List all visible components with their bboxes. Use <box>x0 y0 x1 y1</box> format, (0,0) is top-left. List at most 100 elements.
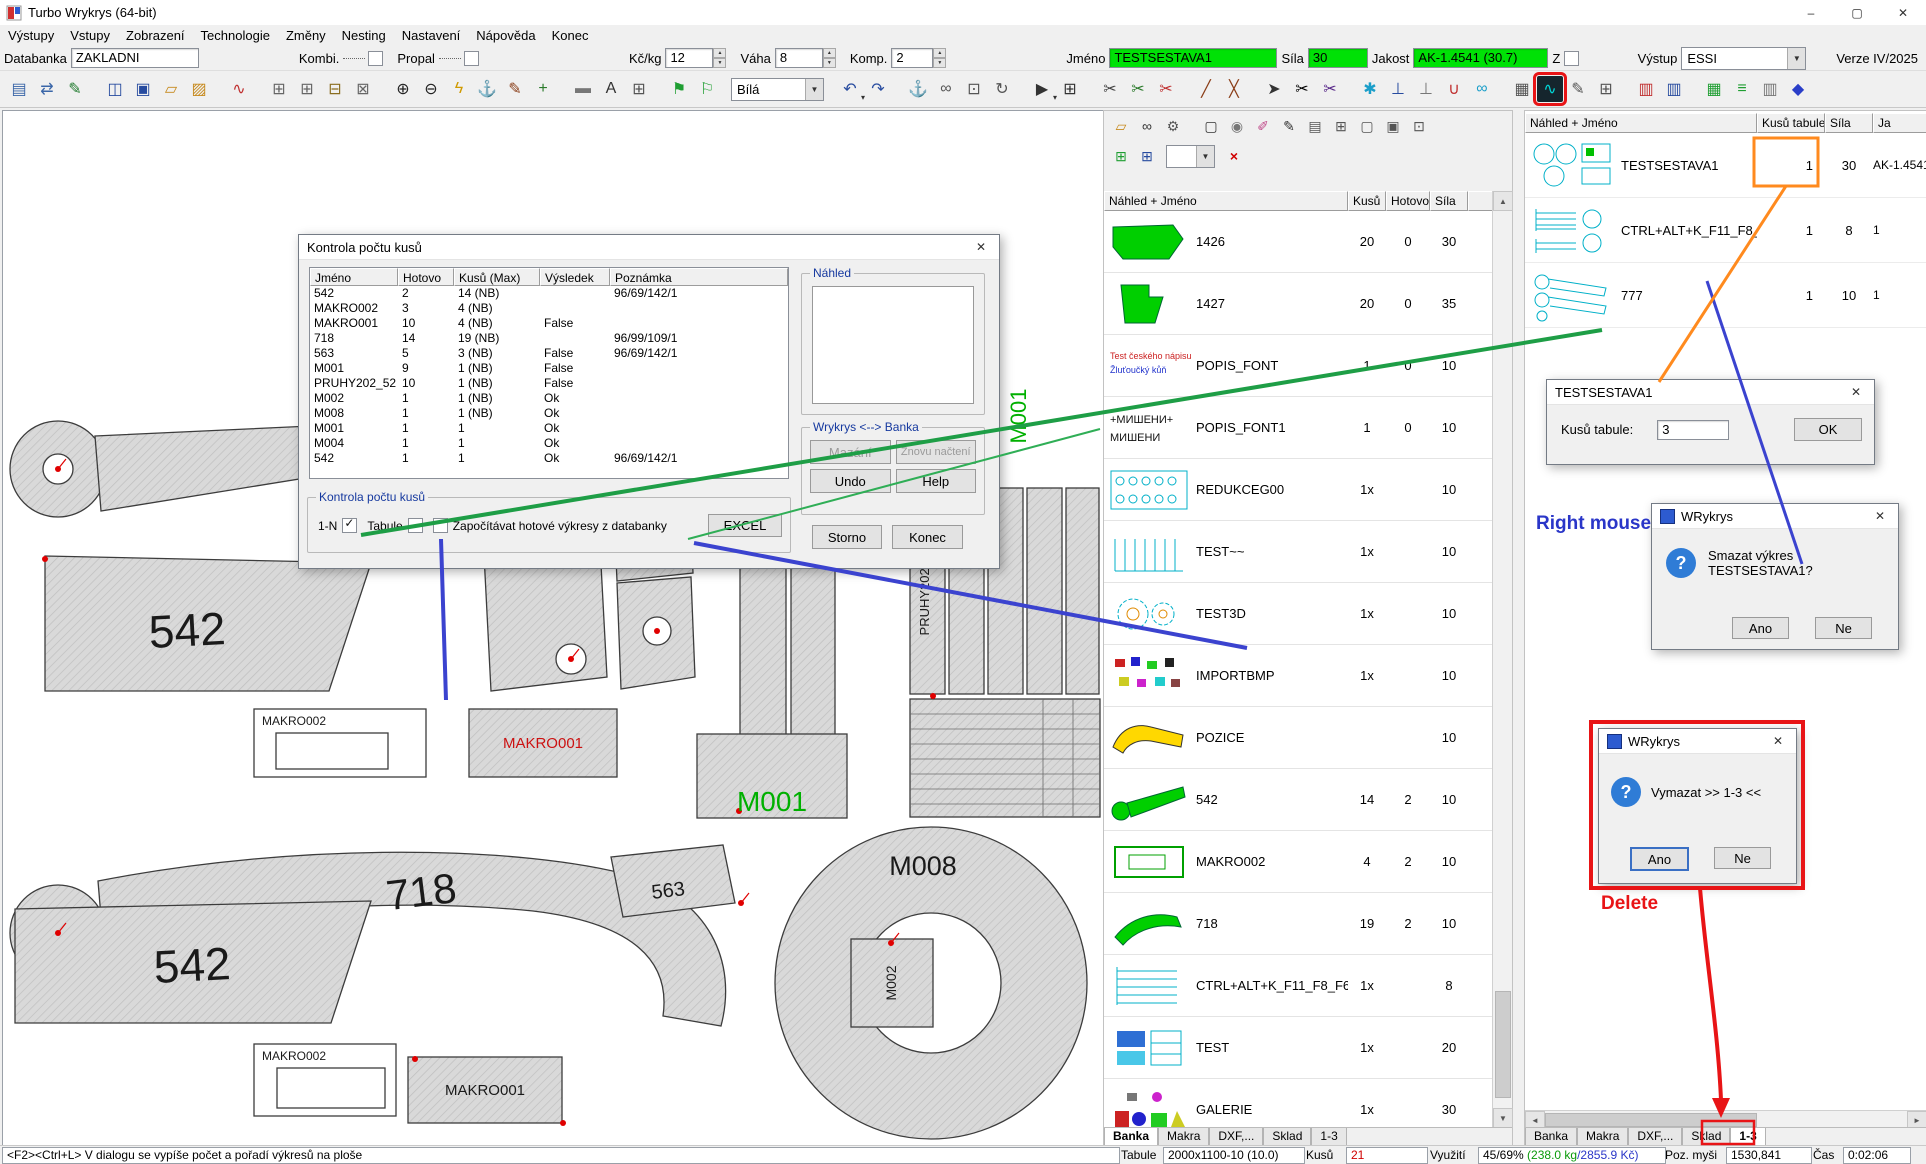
col-kusu[interactable]: Kusů <box>1348 191 1386 211</box>
loops-icon[interactable]: ∞ <box>1469 76 1495 102</box>
list-item[interactable]: TEST 1x 20 <box>1104 1017 1493 1079</box>
table-row[interactable]: 7181419 (NB)96/99/109/1 <box>310 331 788 346</box>
propal-checkbox[interactable] <box>464 51 479 66</box>
rotate-icon[interactable]: ↻ <box>989 76 1015 102</box>
cut-a-icon[interactable]: ✂ <box>1289 76 1315 102</box>
folder-import-icon[interactable]: ▨ <box>186 76 212 102</box>
list-item[interactable]: MAKRO002 4 2 10 <box>1104 831 1493 893</box>
kontrola-table[interactable]: Jméno Hotovo Kusů (Max) Výsledek Poznámk… <box>309 267 789 479</box>
ne-button[interactable]: Ne <box>1714 847 1771 869</box>
diamond-icon[interactable]: ◆ <box>1785 76 1811 102</box>
storno-button[interactable]: Storno <box>812 525 882 549</box>
scrollbar-thumb[interactable] <box>1545 1113 1757 1127</box>
ano-button[interactable]: Ano <box>1630 847 1689 871</box>
list-item[interactable]: CTRL+ALT+K_F11_F8_F6 1x 8 <box>1104 955 1493 1017</box>
jakost-field[interactable]: AK-1.4541 (30.7) <box>1413 48 1548 68</box>
print-icon[interactable]: ▣ <box>1381 114 1405 138</box>
maximize-icon[interactable] <box>1834 0 1880 25</box>
grid-icon[interactable]: ⊞ <box>1593 76 1619 102</box>
table-row[interactable]: 542214 (NB)96/69/142/1 <box>310 286 788 301</box>
ano-button[interactable]: Ano <box>1732 617 1789 639</box>
list-item[interactable]: 1427 20 0 35 <box>1104 273 1493 335</box>
image-blue-icon[interactable]: ▥ <box>1661 76 1687 102</box>
menu-nastaveni[interactable]: Nastavení <box>394 28 469 43</box>
table-row[interactable]: TESTSESTAVA1 1 30 AK-1.4541 ( <box>1525 133 1926 198</box>
pencil-icon[interactable]: ✎ <box>1277 114 1301 138</box>
table-row[interactable]: MAKRO00234 (NB) <box>310 301 788 316</box>
delete-x-icon[interactable]: × <box>1222 144 1246 168</box>
sheet-grid-icon[interactable]: ⊞ <box>626 76 652 102</box>
list-item[interactable]: TEST3D 1x 10 <box>1104 583 1493 645</box>
scissors-del-icon[interactable]: ✂ <box>1153 76 1179 102</box>
zoom-in-icon[interactable]: ⊕ <box>390 76 416 102</box>
close-icon[interactable] <box>1760 729 1796 753</box>
table-folder-icon[interactable]: ⊟ <box>322 76 348 102</box>
color-select[interactable]: Bílá <box>731 78 824 101</box>
table-row[interactable]: 777 1 10 1 <box>1525 263 1926 328</box>
table-row[interactable]: M00811 (NB)Ok <box>310 406 788 421</box>
table-row[interactable]: M00211 (NB)Ok <box>310 391 788 406</box>
dialog-titlebar[interactable]: WRykrys <box>1652 504 1898 529</box>
close-icon[interactable] <box>963 235 999 259</box>
sheets-color-icon[interactable]: ▦ <box>1701 76 1727 102</box>
send-output-icon[interactable]: ⇄ <box>34 76 60 102</box>
glasses-icon[interactable]: ∞ <box>1135 114 1159 138</box>
scrollbar-thumb[interactable] <box>1495 991 1511 1098</box>
grid-buttons-icon[interactable]: ▦ <box>1509 76 1535 102</box>
pen-cut-icon[interactable]: ✎ <box>502 76 528 102</box>
part-pruhy-grid[interactable] <box>910 699 1100 817</box>
scissors-add-icon[interactable]: ✂ <box>1125 76 1151 102</box>
menu-zmeny[interactable]: Změny <box>278 28 334 43</box>
vaha-field[interactable]: 8 <box>775 48 823 68</box>
chart-icon[interactable]: ▥ <box>1757 76 1783 102</box>
vystup-select[interactable]: ESSI <box>1681 47 1806 70</box>
menu-napoveda[interactable]: Nápověda <box>468 28 543 43</box>
ruler-icon[interactable]: ▬ <box>570 76 596 102</box>
col-sila[interactable]: Síla <box>1825 113 1873 133</box>
redo-icon[interactable]: ↷ <box>865 76 891 102</box>
cb-1n-checkbox[interactable] <box>342 518 357 533</box>
kusu-tabule-input[interactable]: 3 <box>1657 420 1729 440</box>
copy-icon[interactable]: ⊡ <box>1407 114 1431 138</box>
undo-icon[interactable]: ↶ <box>837 76 863 102</box>
znovu-nacteni-button[interactable]: Znovu načtení <box>896 440 977 464</box>
konec-button[interactable]: Konec <box>892 525 963 549</box>
flag-green-icon[interactable]: ⚑ <box>666 76 692 102</box>
table-row[interactable]: M00191 (NB)False <box>310 361 788 376</box>
panel-color-select[interactable] <box>1166 145 1215 168</box>
databanka-field[interactable]: ZAKLADNI <box>71 48 199 68</box>
sila-field[interactable]: 30 <box>1308 48 1368 68</box>
vaha-stepper[interactable] <box>823 48 836 68</box>
table-row[interactable]: M00411Ok <box>310 436 788 451</box>
table-row[interactable]: CTRL+ALT+K_F11_F8_F6 1 8 1 <box>1525 198 1926 263</box>
close-icon[interactable] <box>1880 0 1926 25</box>
list-item[interactable]: GALERIE 1x 30 <box>1104 1079 1493 1128</box>
minimize-icon[interactable] <box>1788 0 1834 25</box>
z-checkbox[interactable] <box>1564 51 1579 66</box>
col-nahled-jmeno[interactable]: Náhled + Jméno <box>1104 191 1348 211</box>
image-red-icon[interactable]: ▥ <box>1633 76 1659 102</box>
excel-button[interactable]: EXCEL <box>708 514 782 537</box>
disk-icon[interactable]: ◉ <box>1225 114 1249 138</box>
menu-vstupy[interactable]: Vstupy <box>62 28 118 43</box>
menu-vystupy[interactable]: Výstupy <box>0 28 62 43</box>
menu-nesting[interactable]: Nesting <box>334 28 394 43</box>
close-icon[interactable] <box>1862 504 1898 528</box>
col-hotovo[interactable]: Hotovo <box>398 268 454 286</box>
ok-button[interactable]: OK <box>1794 418 1862 441</box>
notes-icon[interactable]: ▤ <box>1303 114 1327 138</box>
save-all-icon[interactable]: ▣ <box>130 76 156 102</box>
list-item[interactable]: +МИШЕНИ+МИШЕНИ POPIS_FONT1 1 0 10 <box>1104 397 1493 459</box>
table-row[interactable]: PRUHY202_52101 (NB)False <box>310 376 788 391</box>
menu-konec[interactable]: Konec <box>544 28 597 43</box>
chain-icon[interactable]: ∞ <box>933 76 959 102</box>
gear-view-icon[interactable]: ⚙ <box>1161 114 1185 138</box>
sheets-hscrollbar[interactable] <box>1525 1110 1926 1128</box>
open-folder-icon[interactable]: ▱ <box>1109 114 1133 138</box>
cb-tabule-checkbox[interactable] <box>408 518 423 533</box>
databank-scrollbar[interactable] <box>1492 191 1512 1128</box>
table-green-icon[interactable]: ⊞ <box>1109 144 1133 168</box>
zigzag-icon[interactable]: ∿ <box>226 76 252 102</box>
magnet-icon[interactable]: ∪ <box>1441 76 1467 102</box>
table-row[interactable]: MAKRO001104 (NB)False <box>310 316 788 331</box>
